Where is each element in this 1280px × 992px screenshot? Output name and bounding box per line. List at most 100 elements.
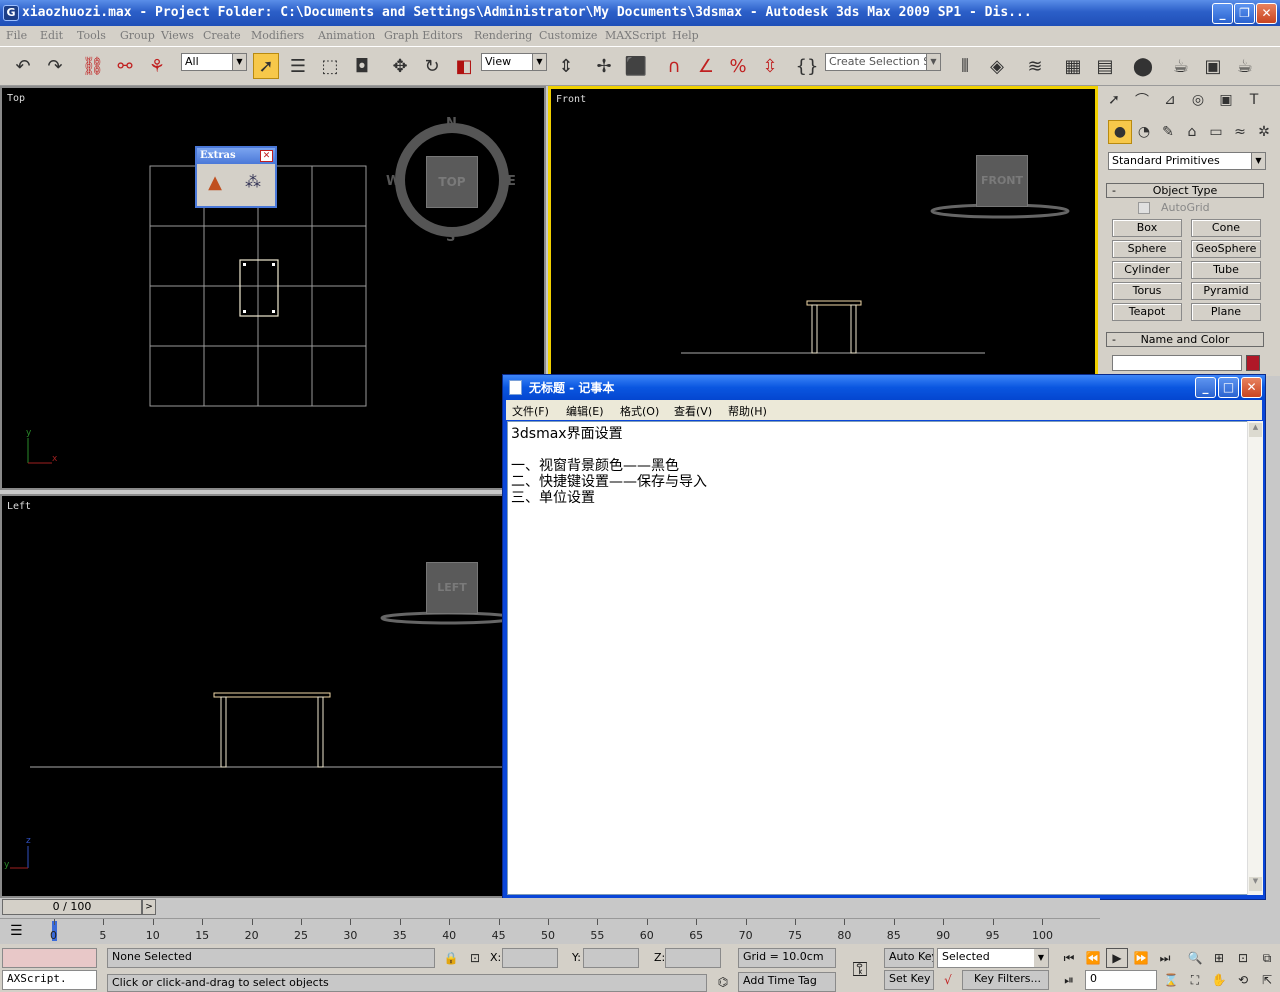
quick-render-icon[interactable]: ☕ — [1232, 53, 1258, 79]
curve-icon[interactable]: √ — [937, 970, 959, 990]
menu-edit[interactable]: Edit — [40, 29, 63, 42]
cameras-icon[interactable]: ⌂ — [1180, 120, 1204, 144]
tube-button[interactable]: Tube — [1191, 261, 1261, 279]
autogrid-checkbox[interactable] — [1138, 202, 1150, 214]
teapot-button[interactable]: Teapot — [1112, 303, 1182, 321]
align-icon[interactable]: ◈ — [984, 53, 1010, 79]
spinner-snap-icon[interactable]: ⇳ — [757, 53, 783, 79]
hierarchy-tab-icon[interactable]: ⊿ — [1158, 88, 1182, 112]
rect-selection-icon[interactable]: ⬚ — [317, 53, 343, 79]
modify-tab-icon[interactable]: ⌒ — [1130, 88, 1154, 112]
np-menu-format[interactable]: 格式(O) — [620, 403, 659, 419]
next-frame-icon[interactable]: > — [142, 899, 156, 915]
bind-space-warp-icon[interactable]: ⚘ — [144, 53, 170, 79]
object-type-rollout[interactable]: - Object Type — [1106, 183, 1264, 198]
go-to-start-icon[interactable]: ⏮ — [1058, 948, 1080, 968]
object-color-swatch[interactable] — [1246, 355, 1260, 371]
link-icon[interactable]: ⛓ — [80, 53, 106, 79]
menu-file[interactable]: File — [6, 29, 27, 42]
viewcube-front[interactable]: FRONT — [976, 155, 1028, 207]
y-coordinate-input[interactable] — [583, 948, 639, 968]
viewport-left[interactable]: Left LEFT z y — [0, 494, 546, 898]
add-time-tag-button[interactable]: Add Time Tag — [738, 972, 836, 992]
maximize-icon[interactable]: □ — [1218, 377, 1239, 398]
material-editor-icon[interactable]: ⬤ — [1130, 53, 1156, 79]
motion-tab-icon[interactable]: ◎ — [1186, 88, 1210, 112]
key-mode-dropdown[interactable]: Selected ▼ — [937, 948, 1049, 968]
np-menu-view[interactable]: 查看(V) — [674, 403, 712, 419]
maxscript-mini-listener[interactable]: AXScript. — [2, 970, 97, 990]
pyramid-button[interactable]: Pyramid — [1191, 282, 1261, 300]
pan-icon[interactable]: ✋ — [1208, 970, 1230, 990]
minimize-icon[interactable]: _ — [1195, 377, 1216, 398]
menu-maxscript[interactable]: MAXScript — [605, 29, 666, 42]
notepad-text-area[interactable]: 3dsmax界面设置 一、视窗背景颜色——黑色 二、快捷键设置——保存与导入 三… — [507, 421, 1249, 895]
np-menu-file[interactable]: 文件(F) — [512, 403, 549, 419]
rendered-frame-icon[interactable]: ▣ — [1200, 53, 1226, 79]
notepad-title-bar[interactable]: 无标题 - 记事本 _ □ ✕ — [503, 375, 1265, 400]
menu-views[interactable]: Views — [161, 29, 194, 42]
minimize-icon[interactable]: _ — [1212, 3, 1233, 24]
pivot-center-icon[interactable]: ⇕ — [553, 53, 579, 79]
geometry-icon[interactable]: ● — [1108, 120, 1132, 144]
extras-toolbar[interactable]: Extras ✕ ▲ ⁂ — [195, 146, 277, 208]
category-dropdown[interactable]: Standard Primitives ▼ — [1108, 152, 1266, 170]
array-icon[interactable]: ▲ — [203, 172, 227, 198]
zoom-extents-all-icon[interactable]: ⧉ — [1256, 948, 1278, 968]
np-menu-edit[interactable]: 编辑(E) — [566, 403, 604, 419]
name-and-color-rollout[interactable]: - Name and Color — [1106, 332, 1264, 347]
auto-key-button[interactable]: Auto Key — [884, 948, 934, 968]
geosphere-button[interactable]: GeoSphere — [1191, 240, 1261, 258]
time-tag-icon[interactable]: ⌬ — [712, 972, 734, 992]
viewcube-left[interactable]: LEFT — [426, 562, 478, 614]
absolute-mode-icon[interactable]: ⊡ — [464, 948, 486, 968]
z-coordinate-input[interactable] — [665, 948, 721, 968]
lock-icon[interactable]: 🔒 — [440, 948, 462, 968]
previous-frame-icon[interactable]: ⏪ — [1082, 948, 1104, 968]
maximize-viewport-icon[interactable]: ⇱ — [1256, 970, 1278, 990]
app-icon[interactable]: G — [3, 5, 19, 21]
render-setup-icon[interactable]: ☕ — [1168, 53, 1194, 79]
snap-toggle-icon[interactable]: ∩ — [661, 53, 687, 79]
named-selection-dropdown[interactable]: Create Selection Set ▼ — [825, 53, 941, 71]
cylinder-button[interactable]: Cylinder — [1112, 261, 1182, 279]
np-menu-help[interactable]: 帮助(H) — [728, 403, 767, 419]
key-filters-button[interactable]: Key Filters... — [962, 970, 1049, 990]
reference-coord-dropdown[interactable]: View ▼ — [481, 53, 547, 71]
key-mode-toggle-icon[interactable]: ⏯ — [1058, 970, 1080, 990]
close-icon[interactable]: ✕ — [260, 150, 273, 162]
angle-snap-icon[interactable]: ∠ — [693, 53, 719, 79]
helpers-icon[interactable]: ▭ — [1204, 120, 1228, 144]
restore-icon[interactable]: ❐ — [1234, 3, 1255, 24]
window-crossing-icon[interactable]: ◘ — [349, 53, 375, 79]
scroll-down-icon[interactable]: ▼ — [1249, 877, 1262, 891]
next-frame-icon[interactable]: ⏩ — [1130, 948, 1152, 968]
track-bar[interactable]: ☰ 0 5 10 15 20 25 30 35 40 45 50 55 60 65 70 75 80 85 90 95… — [0, 918, 1100, 944]
menu-modifiers[interactable]: Modifiers — [251, 29, 304, 42]
current-frame-input[interactable]: 0 — [1085, 970, 1157, 990]
scroll-up-icon[interactable]: ▲ — [1249, 423, 1262, 437]
select-object-icon[interactable]: ➚ — [253, 53, 279, 79]
systems-icon[interactable]: ✲ — [1252, 120, 1276, 144]
display-tab-icon[interactable]: ▣ — [1214, 88, 1238, 112]
orbit-icon[interactable]: ⟲ — [1232, 970, 1254, 990]
move-icon[interactable]: ✥ — [387, 53, 413, 79]
time-configuration-icon[interactable]: ⌛ — [1160, 970, 1182, 990]
menu-rendering[interactable]: Rendering — [474, 29, 532, 42]
select-manipulate-icon[interactable]: ✢ — [591, 53, 617, 79]
menu-tools[interactable]: Tools — [77, 29, 106, 42]
torus-button[interactable]: Torus — [1112, 282, 1182, 300]
close-icon[interactable]: ✕ — [1241, 377, 1262, 398]
object-name-input[interactable] — [1112, 355, 1242, 371]
go-to-end-icon[interactable]: ⏭ — [1154, 948, 1176, 968]
keyboard-shortcut-icon[interactable]: ⬛ — [623, 53, 649, 79]
layer-manager-icon[interactable]: ≋ — [1022, 53, 1048, 79]
unlink-icon[interactable]: ⚯ — [112, 53, 138, 79]
rotate-icon[interactable]: ↻ — [419, 53, 445, 79]
close-icon[interactable]: ✕ — [1256, 3, 1277, 24]
menu-help[interactable]: Help — [672, 29, 699, 42]
menu-customize[interactable]: Customize — [539, 29, 597, 42]
box-button[interactable]: Box — [1112, 219, 1182, 237]
time-slider[interactable]: 0 / 100 — [2, 899, 142, 915]
utilities-tab-icon[interactable]: T — [1242, 88, 1266, 112]
